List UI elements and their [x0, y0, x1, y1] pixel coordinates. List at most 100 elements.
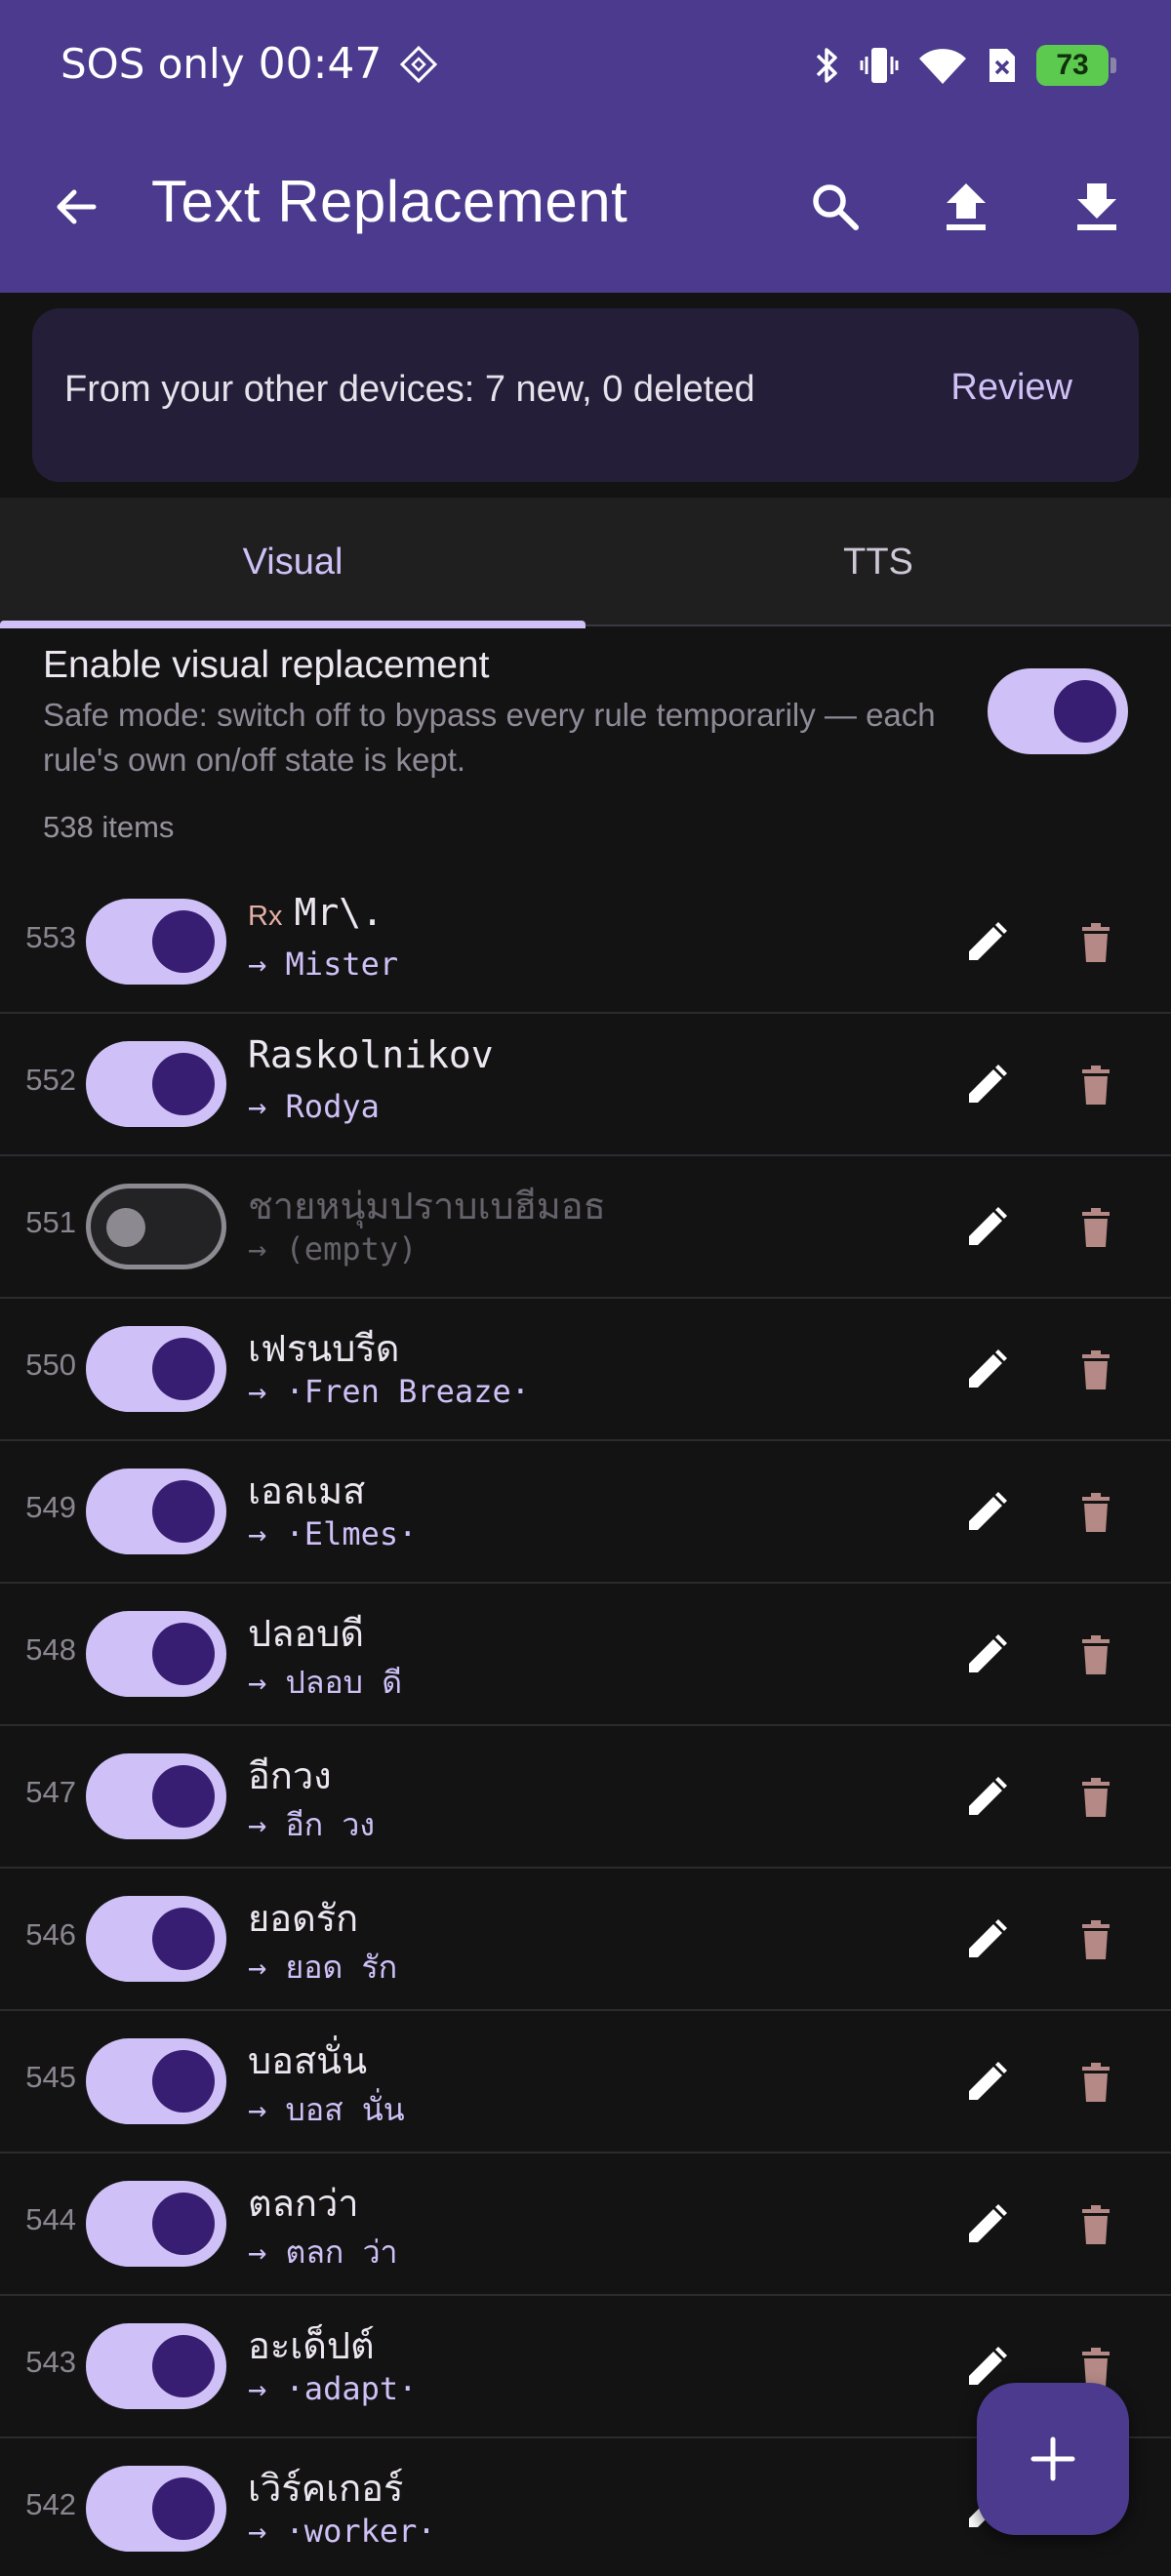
back-button[interactable]	[45, 176, 107, 238]
pencil-icon	[969, 1065, 1007, 1103]
edit-rule-button[interactable]	[954, 2050, 1019, 2114]
import-button[interactable]	[1064, 174, 1130, 240]
edit-rule-button[interactable]	[954, 910, 1019, 975]
trash-icon	[1082, 1066, 1110, 1105]
delete-rule-button[interactable]	[1064, 2050, 1128, 2114]
battery-indicator: 73	[1036, 45, 1116, 86]
rule-toggle[interactable]	[86, 1896, 226, 1982]
rule-row[interactable]: 553 Rx Mr\. → Mister	[0, 871, 1171, 1014]
rule-pattern: อะเด็ปต์	[248, 2324, 375, 2367]
rule-toggle[interactable]	[86, 1326, 226, 1412]
rule-replacement: → ·adapt·	[248, 2370, 418, 2407]
trash-icon	[1082, 1208, 1110, 1247]
rule-row[interactable]: 547 อีกวง → อีก วง	[0, 1726, 1171, 1869]
rule-pattern: บอสนั่น	[248, 2039, 368, 2082]
rule-row[interactable]: 546 ยอดรัก → ยอด รัก	[0, 1869, 1171, 2011]
delete-rule-button[interactable]	[1064, 1480, 1128, 1545]
rule-find-text: เฟรนบรีด	[248, 1318, 400, 1378]
rule-find-text: Rx Mr\.	[248, 891, 384, 934]
rule-row[interactable]: 548 ปลอบดี → ปลอบ ดี	[0, 1584, 1171, 1726]
rule-row[interactable]: 549 เอลเมส → ·Elmes·	[0, 1441, 1171, 1584]
tab-visual[interactable]: Visual	[0, 498, 586, 628]
edit-rule-button[interactable]	[954, 1480, 1019, 1545]
rule-number: 550	[25, 1348, 76, 1382]
pencil-icon	[969, 1207, 1007, 1245]
delete-rule-button[interactable]	[1064, 1765, 1128, 1830]
visual-replacement-setting: Enable visual replacement Safe mode: swi…	[0, 634, 1171, 790]
delete-rule-button[interactable]	[1064, 1338, 1128, 1402]
rule-toggle[interactable]	[86, 1611, 226, 1697]
delete-rule-button[interactable]	[1064, 1623, 1128, 1687]
edit-rule-button[interactable]	[954, 1195, 1019, 1260]
tab-tts-label: TTS	[843, 541, 913, 583]
trash-icon	[1082, 2063, 1110, 2102]
rule-number: 553	[25, 920, 76, 954]
rule-toggle[interactable]	[86, 2466, 226, 2552]
toggle-knob	[152, 1480, 215, 1543]
rule-row[interactable]: 551 ชายหนุ่มปราบเบฮีมอธ → (empty)	[0, 1156, 1171, 1299]
rule-replacement: → บอส นั่น	[248, 2091, 405, 2128]
toggle-knob	[152, 2193, 215, 2255]
tab-tts[interactable]: TTS	[586, 498, 1171, 626]
rule-replacement: → Mister	[248, 946, 399, 983]
toggle-knob	[152, 1908, 215, 1970]
rule-toggle[interactable]	[86, 2181, 226, 2267]
edit-rule-button[interactable]	[954, 1908, 1019, 1972]
toggle-knob	[152, 2335, 215, 2397]
status-left: SOS only 00:47	[61, 39, 438, 89]
rule-replacement: → ·Fren Breaze·	[248, 1373, 530, 1410]
rule-find-text: ชายหนุ่มปราบเบฮีมอธ	[248, 1176, 606, 1235]
rule-toggle[interactable]	[86, 899, 226, 985]
status-right: 73	[812, 45, 1116, 86]
edit-rule-button[interactable]	[954, 2193, 1019, 2257]
edit-rule-button[interactable]	[954, 1765, 1019, 1830]
upload-icon	[947, 183, 986, 230]
rule-replacement: → ·Elmes·	[248, 1515, 418, 1552]
delete-rule-button[interactable]	[1064, 1908, 1128, 1972]
search-button[interactable]	[802, 174, 868, 240]
rule-replacement: → (empty)	[248, 1230, 418, 1268]
rule-number: 545	[25, 2060, 76, 2094]
rule-number: 546	[25, 1917, 76, 1952]
rule-row[interactable]: 545 บอสนั่น → บอส นั่น	[0, 2011, 1171, 2153]
rule-row[interactable]: 544 ตลกว่า → ตลก ว่า	[0, 2153, 1171, 2296]
rule-toggle[interactable]	[86, 1041, 226, 1127]
rule-row[interactable]: 550 เฟรนบรีด → ·Fren Breaze·	[0, 1299, 1171, 1441]
edit-rule-button[interactable]	[954, 1623, 1019, 1687]
pencil-icon	[969, 1349, 1007, 1388]
review-button[interactable]: Review	[950, 367, 1072, 409]
toggle-knob	[152, 2477, 215, 2540]
trash-icon	[1082, 1920, 1110, 1959]
visual-replacement-toggle[interactable]	[988, 668, 1128, 754]
app-bar: Text Replacement	[0, 146, 1171, 263]
rule-pattern: เอลเมส	[248, 1469, 366, 1512]
rule-toggle[interactable]	[86, 2323, 226, 2409]
rule-toggle[interactable]	[86, 1469, 226, 1554]
edit-rule-button[interactable]	[954, 1338, 1019, 1402]
rule-row[interactable]: 552 Raskolnikov → Rodya	[0, 1014, 1171, 1156]
setting-title: Enable visual replacement	[43, 644, 490, 686]
toggle-knob	[1054, 680, 1116, 743]
clock: 00:47	[258, 39, 383, 89]
rule-find-text: บอสนั่น	[248, 2031, 367, 2090]
rule-toggle[interactable]	[86, 1753, 226, 1839]
trash-icon	[1082, 2348, 1110, 2387]
pencil-icon	[969, 1919, 1007, 1957]
export-button[interactable]	[933, 174, 999, 240]
no-sim-icon	[989, 49, 1015, 82]
delete-rule-button[interactable]	[1064, 1053, 1128, 1117]
search-icon	[813, 184, 859, 230]
rule-toggle[interactable]	[86, 2038, 226, 2124]
rule-toggle[interactable]	[86, 1184, 226, 1269]
toggle-knob	[152, 910, 215, 973]
rule-find-text: อะเด็ปต์	[248, 2315, 375, 2375]
delete-rule-button[interactable]	[1064, 1195, 1128, 1260]
rule-number: 552	[25, 1063, 76, 1097]
delete-rule-button[interactable]	[1064, 2193, 1128, 2257]
edit-rule-button[interactable]	[954, 1053, 1019, 1117]
add-rule-button[interactable]	[977, 2383, 1129, 2535]
toggle-knob	[152, 1765, 215, 1828]
nfc-diamond-icon	[400, 45, 438, 83]
delete-rule-button[interactable]	[1064, 910, 1128, 975]
rule-replacement: → ·worker·	[248, 2513, 436, 2550]
